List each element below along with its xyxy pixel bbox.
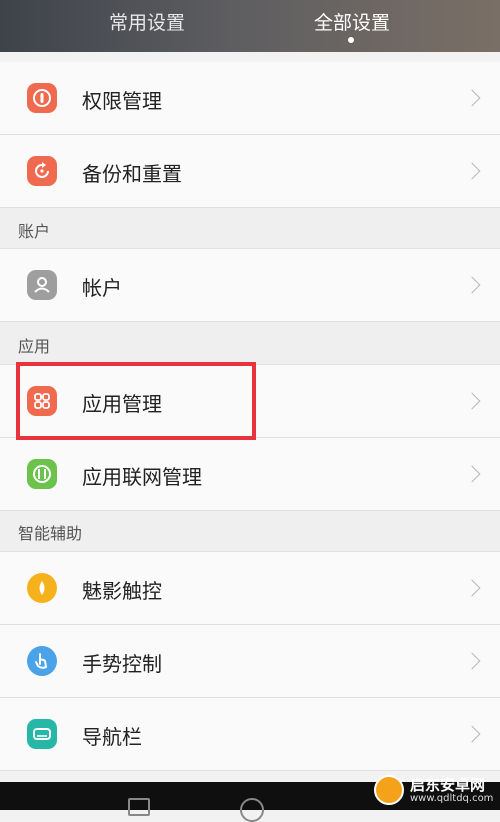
- settings-item-label: 手势控制: [82, 652, 162, 676]
- gesture-icon: [27, 646, 57, 676]
- section-title: 应用: [18, 337, 51, 356]
- settings-item-app-network-management[interactable]: 应用联网管理: [0, 438, 500, 511]
- section-header-smart-assist: 智能辅助: [0, 511, 500, 552]
- network-manager-icon: [27, 459, 57, 489]
- settings-item-backup-reset[interactable]: 备份和重置: [0, 135, 500, 208]
- menu-button[interactable]: [128, 798, 150, 816]
- watermark-url: www.qdltdq.com: [410, 793, 494, 804]
- highlight-box: [16, 362, 256, 440]
- navigation-bar-icon: [27, 719, 57, 749]
- chevron-right-icon: [463, 465, 481, 483]
- settings-item-account[interactable]: 帐户: [0, 249, 500, 322]
- chevron-right-icon: [463, 392, 481, 410]
- section-title: 智能辅助: [18, 524, 83, 543]
- active-tab-indicator: [348, 37, 354, 43]
- home-button[interactable]: [240, 798, 264, 822]
- chevron-right-icon: [463, 276, 481, 294]
- settings-item-navigation-bar[interactable]: 导航栏: [0, 698, 500, 771]
- settings-item-label: 应用联网管理: [82, 465, 202, 489]
- phantom-touch-icon: [27, 573, 57, 603]
- settings-item-phantom-touch[interactable]: 魅影触控: [0, 552, 500, 625]
- settings-item-label: 导航栏: [82, 725, 142, 749]
- watermark: 启东安卓网 www.qdltdq.com: [372, 772, 500, 810]
- top-tab-bar: 常用设置 全部设置: [0, 0, 500, 52]
- tab-all-settings[interactable]: 全部设置: [282, 8, 422, 35]
- account-icon: [27, 270, 57, 300]
- backup-reset-icon: [27, 156, 57, 186]
- chevron-right-icon: [463, 162, 481, 180]
- settings-item-gesture-control[interactable]: 手势控制: [0, 625, 500, 698]
- tab-common-settings[interactable]: 常用设置: [77, 8, 217, 35]
- watermark-logo-icon: [374, 775, 404, 805]
- chevron-right-icon: [463, 725, 481, 743]
- chevron-right-icon: [463, 89, 481, 107]
- settings-item-label: 备份和重置: [82, 162, 182, 186]
- watermark-title: 启东安卓网: [410, 776, 486, 794]
- chevron-right-icon: [463, 579, 481, 597]
- chevron-right-icon: [463, 652, 481, 670]
- settings-item-label: 魅影触控: [82, 579, 162, 603]
- section-header-apps: 应用: [0, 322, 500, 365]
- section-title: 账户: [18, 222, 51, 241]
- settings-item-permission-management[interactable]: 权限管理: [0, 62, 500, 135]
- settings-item-label: 权限管理: [82, 89, 162, 113]
- section-header-account: 账户: [0, 208, 500, 249]
- permission-icon: [27, 83, 57, 113]
- settings-item-label: 帐户: [82, 276, 122, 300]
